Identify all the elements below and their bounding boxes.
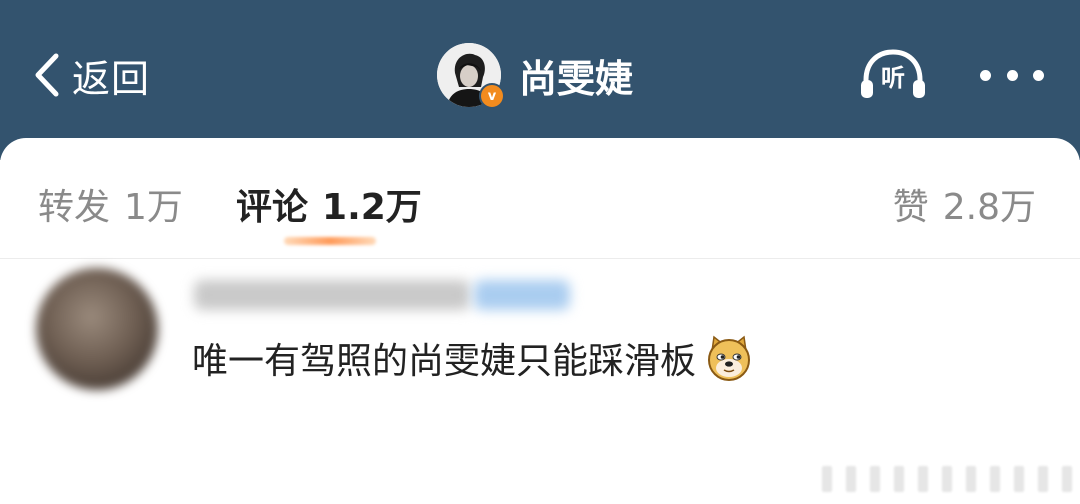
listen-label: 听 [881,64,905,92]
more-dot [980,69,991,81]
doge-emoji-icon [708,335,751,381]
more-button[interactable] [980,64,1044,86]
comments-sheet: 转发 1万 评论 1.2万 赞 2.8万 [0,138,1080,504]
tab-repost-label: 转发 [38,187,111,228]
back-button[interactable]: 返回 [30,50,151,101]
divider [0,258,1080,259]
active-tab-indicator [284,237,376,245]
tab-comment-count: 1.2万 [322,187,422,228]
listen-button[interactable]: 听 [858,48,928,102]
back-label: 返回 [72,56,151,101]
tab-repost-count: 1万 [124,187,183,228]
more-dot [1033,69,1044,81]
commenter-badge-blurred [474,280,570,310]
commenter-avatar[interactable] [36,268,158,390]
commenter-name-blurred[interactable] [194,280,470,310]
top-nav-bar: 返回 v 尚雯婕 听 [0,0,1080,160]
page-title: 尚雯婕 [519,56,634,101]
watermark-marks [822,466,1072,492]
avatar[interactable]: v [437,43,505,109]
comment-body: 唯一有驾照的尚雯婕只能踩滑板 [192,332,754,384]
profile-title[interactable]: v 尚雯婕 [437,42,634,109]
tab-comment-label: 评论 [236,187,309,228]
tab-repost[interactable]: 转发 1万 [38,178,183,230]
tab-like[interactable]: 赞 2.8万 [893,178,1036,230]
tab-bar: 转发 1万 评论 1.2万 赞 2.8万 [0,138,1080,258]
chevron-left-icon [35,53,59,97]
tab-like-count: 2.8万 [942,187,1036,228]
more-dot [1006,69,1018,81]
tab-like-label: 赞 [892,187,929,228]
verified-badge-icon: v [479,83,505,109]
tab-comment[interactable]: 评论 1.2万 [236,178,422,230]
comment-text: 唯一有驾照的尚雯婕只能踩滑板 [192,341,697,382]
